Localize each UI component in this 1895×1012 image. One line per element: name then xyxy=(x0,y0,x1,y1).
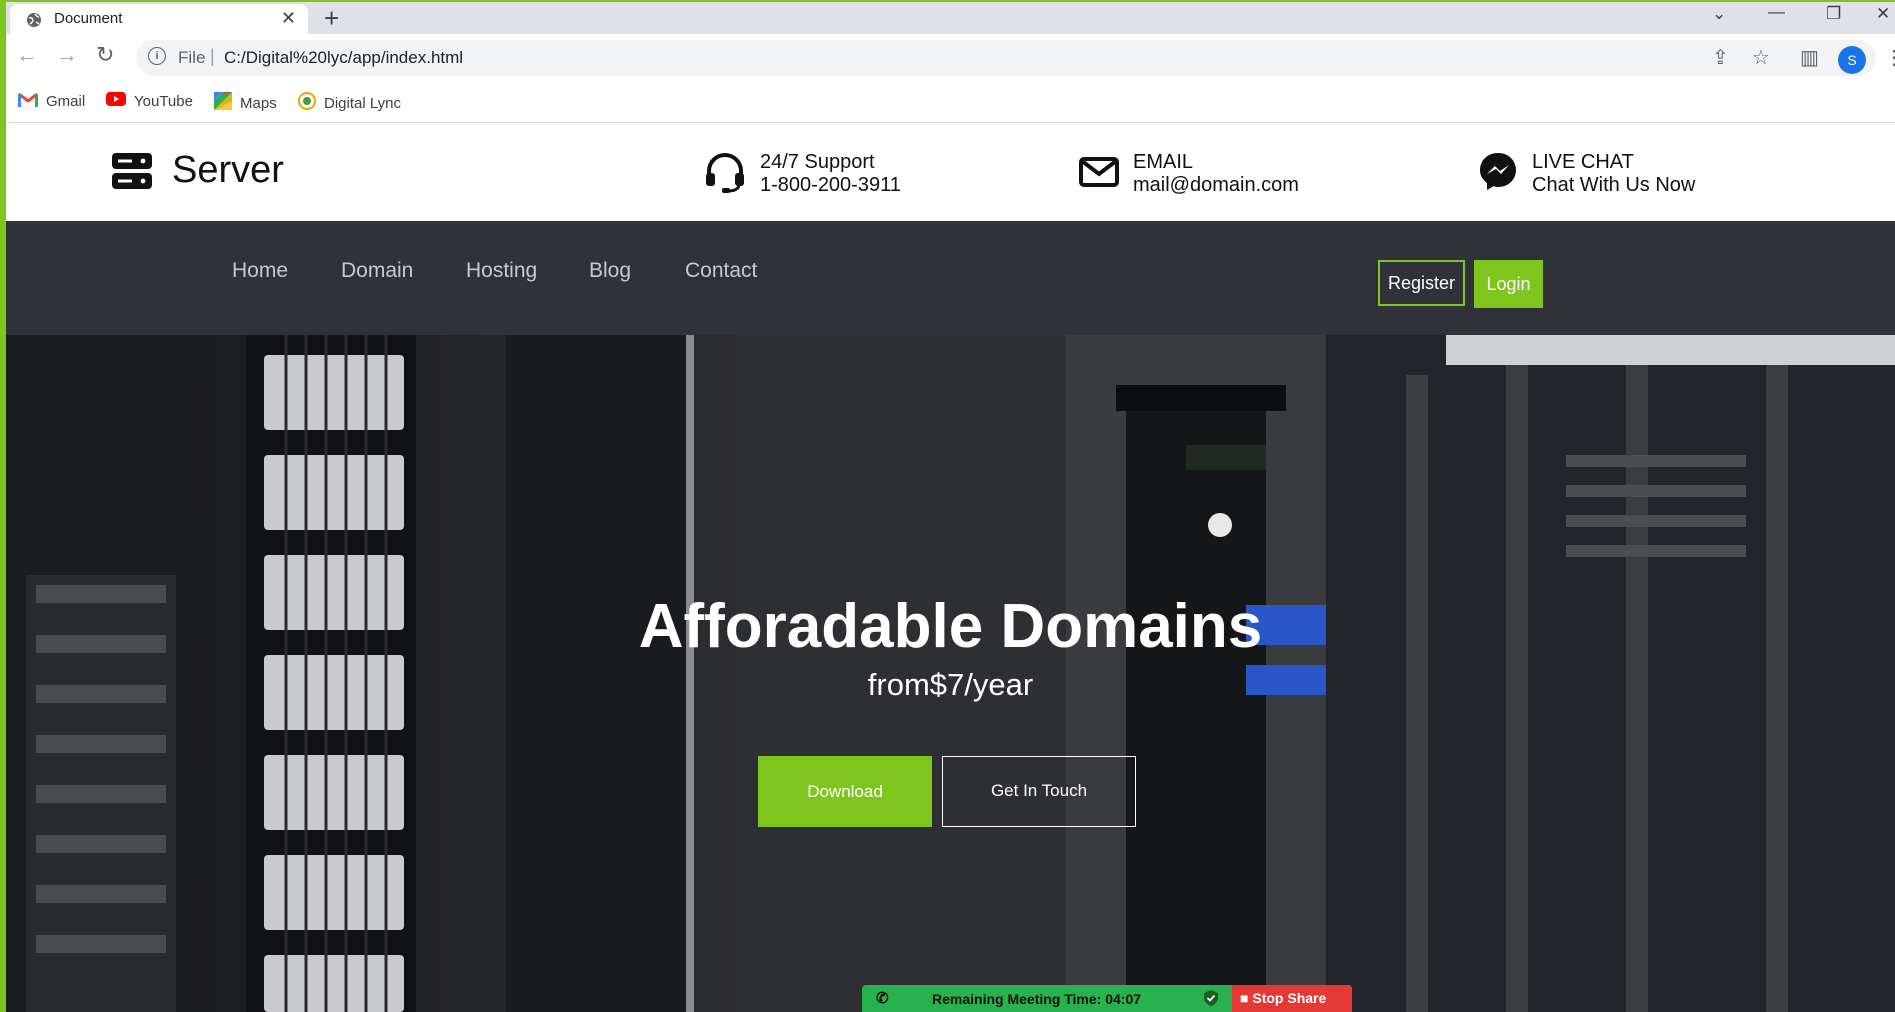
main-nav: Home Domain Hosting Blog Contact Registe… xyxy=(6,221,1895,335)
bookmark-label: Gmail xyxy=(46,93,86,110)
stop-share-button[interactable]: ■ Stop Share xyxy=(1232,985,1352,1012)
browser-tab[interactable]: Document ✕ xyxy=(10,4,308,36)
site-header: Server 24/7 Support 1-800-200-3911 EMAIL… xyxy=(6,123,1895,221)
address-scheme: File xyxy=(178,48,206,67)
brand-name[interactable]: Server xyxy=(172,149,284,192)
email-contact: EMAIL mail@domain.com xyxy=(1079,151,1299,197)
globe-icon xyxy=(26,12,42,33)
messenger-icon xyxy=(1478,151,1518,197)
gmail-icon xyxy=(18,92,38,111)
meeting-share-bar: ✆ Remaining Meeting Time: 04:07 ■ Stop S… xyxy=(862,985,1352,1012)
bookmark-label: Digital Lync xyxy=(324,94,401,112)
hero-banner: Afforadable Domains from$7/year Download… xyxy=(6,335,1895,1012)
chat-link[interactable]: Chat With Us Now xyxy=(1532,174,1695,197)
tab-search-chevron-icon[interactable]: ⌄ xyxy=(1712,4,1726,24)
nav-domain[interactable]: Domain xyxy=(341,259,413,283)
bookmark-label: Maps xyxy=(240,94,277,112)
bookmarks-bar: Gmail YouTube Maps Digital Lync xyxy=(0,82,1895,123)
close-tab-icon[interactable]: ✕ xyxy=(281,8,296,29)
back-icon[interactable]: ← xyxy=(16,42,38,68)
support-contact: 24/7 Support 1-800-200-3911 xyxy=(704,151,901,198)
hero-title: Afforadable Domains xyxy=(638,592,1263,661)
support-title: 24/7 Support xyxy=(760,151,875,173)
stop-icon: ■ xyxy=(1240,990,1249,1006)
menu-kebab-icon[interactable]: ⋮ xyxy=(1884,45,1895,70)
side-panel-icon[interactable]: ▥ xyxy=(1800,45,1819,70)
phone-icon: ✆ xyxy=(876,990,889,1007)
profile-avatar[interactable]: S xyxy=(1838,46,1866,74)
email-address[interactable]: mail@domain.com xyxy=(1133,174,1299,197)
support-phone[interactable]: 1-800-200-3911 xyxy=(760,174,901,197)
envelope-icon xyxy=(1079,151,1119,197)
window-edge xyxy=(0,0,6,1012)
address-separator: | xyxy=(210,46,215,66)
restore-icon[interactable]: ❐ xyxy=(1826,4,1841,24)
url-text[interactable]: C:/Digital%20lyc/app/index.html xyxy=(224,48,463,68)
bookmark-maps[interactable]: Maps xyxy=(214,86,277,114)
site-info-icon[interactable]: i xyxy=(148,47,166,65)
server-icon xyxy=(112,153,152,194)
live-chat-contact: LIVE CHAT Chat With Us Now xyxy=(1478,151,1695,197)
browser-toolbar: ← → ↻ i File | C:/Digital%20lyc/app/inde… xyxy=(0,34,1895,82)
reload-icon[interactable]: ↻ xyxy=(96,42,114,68)
meeting-time: Remaining Meeting Time: 04:07 xyxy=(932,991,1142,1007)
close-window-icon[interactable]: ✕ xyxy=(1876,4,1890,24)
chat-title: LIVE CHAT xyxy=(1532,151,1634,173)
nav-blog[interactable]: Blog xyxy=(589,259,631,283)
nav-contact[interactable]: Contact xyxy=(685,259,757,283)
login-button[interactable]: Login xyxy=(1474,260,1543,308)
get-in-touch-button[interactable]: Get In Touch xyxy=(942,756,1136,827)
bookmark-star-icon[interactable]: ☆ xyxy=(1752,45,1770,70)
register-button[interactable]: Register xyxy=(1378,260,1465,306)
new-tab-icon[interactable]: + xyxy=(324,3,339,34)
stop-share-label: Stop Share xyxy=(1252,990,1327,1006)
email-title: EMAIL xyxy=(1133,151,1194,173)
share-icon[interactable]: ⇪ xyxy=(1712,45,1729,70)
headset-icon xyxy=(704,151,746,198)
maps-icon xyxy=(214,86,232,114)
bookmark-youtube[interactable]: YouTube xyxy=(106,92,193,110)
browser-tab-bar: Document ✕ + ⌄ — ❐ ✕ xyxy=(0,0,1895,36)
forward-icon[interactable]: → xyxy=(56,42,78,68)
minimize-icon[interactable]: — xyxy=(1768,2,1785,22)
youtube-icon xyxy=(106,92,126,110)
shield-icon xyxy=(1204,990,1218,1009)
nav-home[interactable]: Home xyxy=(232,259,288,283)
tab-title: Document xyxy=(54,10,123,27)
bookmark-gmail[interactable]: Gmail xyxy=(18,92,85,111)
address-bar[interactable]: i File | C:/Digital%20lyc/app/index.html xyxy=(136,40,1876,76)
bookmark-digital-lync[interactable]: Digital Lync xyxy=(298,92,401,114)
digital-lync-icon xyxy=(298,92,316,114)
bookmark-label: YouTube xyxy=(134,92,193,110)
hero-subtitle: from$7/year xyxy=(867,667,1034,702)
download-button[interactable]: Download xyxy=(758,756,932,827)
nav-hosting[interactable]: Hosting xyxy=(466,259,537,283)
